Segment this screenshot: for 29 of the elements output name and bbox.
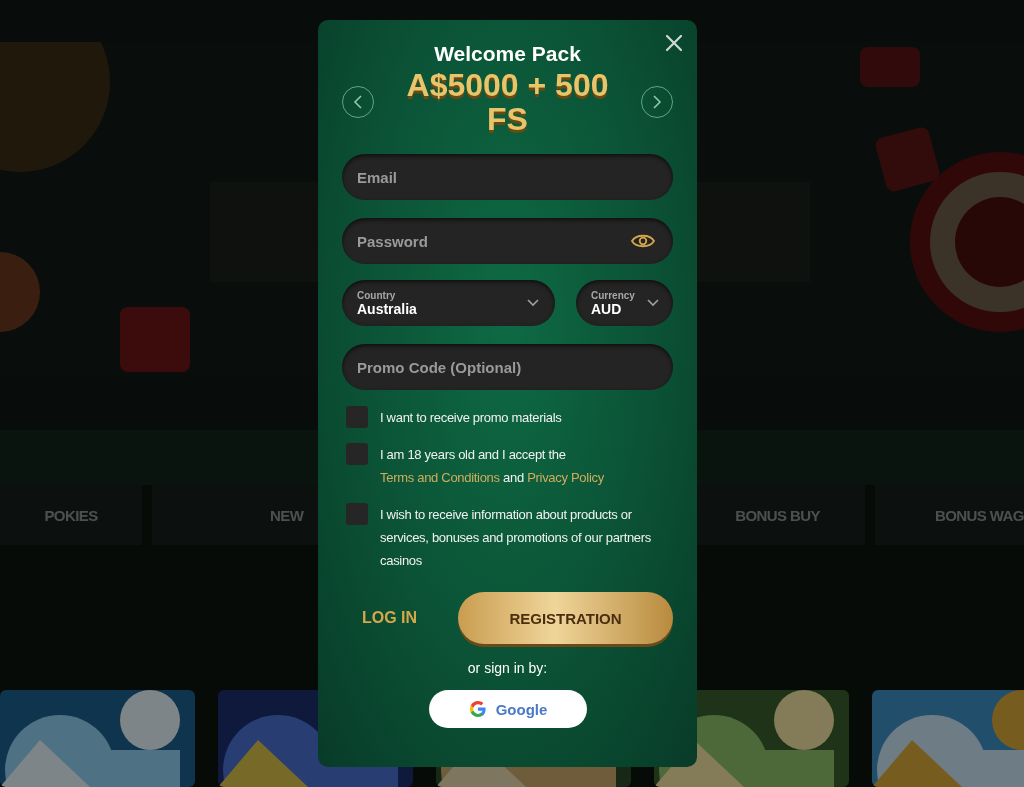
chevron-icon — [647, 299, 659, 307]
checkbox[interactable] — [346, 503, 368, 525]
google-button[interactable]: Google — [428, 690, 587, 728]
chevron-right-icon — [652, 95, 662, 109]
category-tab[interactable]: POKIES — [0, 485, 142, 545]
checkbox-label: I wish to receive information about products or services, bonuses and promotions of our partners casinos — [380, 506, 653, 570]
dropdown[interactable]: Country Australia — [342, 280, 555, 326]
registration-button[interactable]: REGISTRATION — [458, 592, 673, 644]
dialog-title: Welcome Pack — [433, 42, 582, 66]
sign-in-caption: or sign in by: — [466, 660, 549, 676]
link[interactable]: Terms and Conditions — [380, 470, 500, 485]
google-logo — [467, 699, 488, 719]
bonus-offer: A$5000 + 500 FS — [405, 68, 610, 136]
category-tab[interactable]: BONUS WAG — [875, 485, 1024, 545]
checkbox-label: I am 18 years old and I accept the Terms and Conditions and Privacy Policy — [380, 446, 605, 487]
password-field[interactable]: Password — [342, 218, 673, 264]
promo-code-field[interactable]: Promo Code (Optional) — [342, 344, 673, 390]
close-button[interactable] — [664, 33, 684, 53]
eye-icon[interactable] — [631, 233, 655, 249]
checkbox[interactable] — [346, 443, 368, 465]
link[interactable]: Privacy Policy — [527, 470, 604, 485]
login-button[interactable]: LOG IN — [342, 603, 438, 633]
dropdown[interactable]: Currency AUD — [576, 280, 673, 326]
checkbox-label: I want to receive promo materials — [380, 409, 562, 427]
email-field[interactable]: Email — [342, 154, 673, 200]
category-tab[interactable]: NEW — [152, 485, 320, 545]
chevron-icon — [527, 299, 539, 307]
chevron-left-icon — [353, 95, 363, 109]
checkbox[interactable] — [346, 406, 368, 428]
